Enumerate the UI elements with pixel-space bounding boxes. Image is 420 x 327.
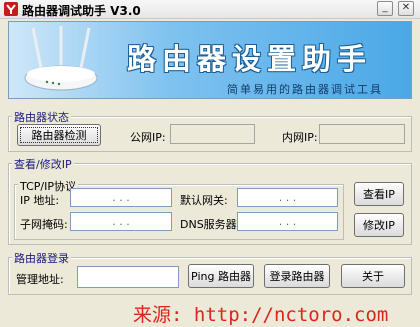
subnet-mask-label: 子网掩码: bbox=[20, 218, 68, 231]
ping-router-button[interactable]: Ping 路由器 bbox=[188, 264, 254, 288]
lan-ip-label: 内网IP: bbox=[282, 131, 318, 144]
gateway-field[interactable]: . . . bbox=[237, 188, 338, 207]
window-title: 路由器调试助手 V3.0 bbox=[22, 4, 141, 18]
banner: 路由器设置助手 简单易用的路由器调试工具 bbox=[8, 21, 412, 99]
status-group-label: 路由器状态 bbox=[12, 109, 71, 125]
about-button[interactable]: 关于 bbox=[341, 264, 405, 288]
router-icon bbox=[24, 26, 98, 91]
login-group-label: 路由器登录 bbox=[12, 250, 71, 266]
public-ip-field bbox=[170, 124, 255, 144]
dns-label: DNS服务器: bbox=[180, 218, 241, 231]
public-ip-label: 公网IP: bbox=[130, 131, 166, 144]
ip-address-field[interactable]: . . . bbox=[70, 188, 172, 207]
source-watermark: 来源: http://nctoro.com bbox=[133, 304, 389, 326]
subnet-mask-field[interactable]: . . . bbox=[70, 212, 172, 231]
admin-address-input[interactable] bbox=[77, 266, 179, 288]
gateway-label: 默认网关: bbox=[180, 194, 228, 207]
close-button[interactable]: ✕ bbox=[398, 1, 414, 16]
title-bar: 路由器调试助手 V3.0 _ ✕ bbox=[0, 0, 420, 19]
view-ip-button[interactable]: 查看IP bbox=[354, 182, 404, 206]
subnet-mask-dots: . . . bbox=[112, 215, 130, 228]
gateway-dots: . . . bbox=[278, 191, 297, 204]
ip-address-dots: . . . bbox=[112, 191, 130, 204]
lan-ip-field bbox=[319, 124, 405, 144]
admin-address-label: 管理地址: bbox=[16, 273, 64, 286]
app-logo-icon bbox=[4, 2, 18, 16]
ip-group-label: 查看/修改IP bbox=[12, 156, 74, 172]
modify-ip-button[interactable]: 修改IP bbox=[354, 213, 404, 237]
banner-title: 路由器设置助手 bbox=[127, 42, 373, 76]
minimize-button[interactable]: _ bbox=[377, 1, 393, 16]
dns-field[interactable]: . . . bbox=[237, 212, 338, 231]
dns-dots: . . . bbox=[278, 215, 297, 228]
banner-subtitle: 简单易用的路由器调试工具 bbox=[227, 83, 383, 96]
detect-router-button[interactable]: 路由器检测 bbox=[17, 124, 101, 146]
ip-address-label: IP 地址: bbox=[20, 194, 60, 207]
login-router-button[interactable]: 登录路由器 bbox=[264, 264, 330, 288]
